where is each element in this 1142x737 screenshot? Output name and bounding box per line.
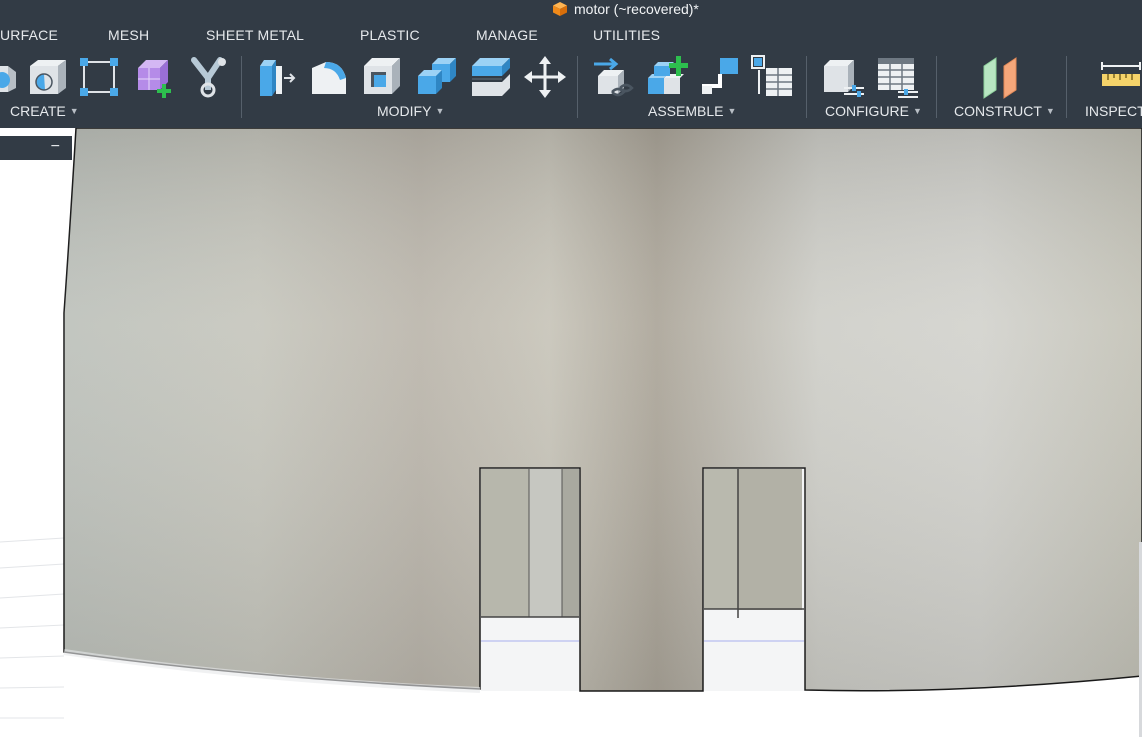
chevron-down-icon: ▼ — [1045, 106, 1055, 116]
fillet-icon — [312, 62, 346, 94]
configure-component-tool[interactable] — [820, 54, 866, 100]
toolbar-separator — [241, 56, 242, 118]
toolbar-separator — [577, 56, 578, 118]
shell-tool[interactable] — [360, 54, 406, 100]
press-pull-icon — [260, 60, 296, 96]
joint-tool[interactable] — [590, 54, 636, 100]
title-wrap: motor (~recovered)* — [552, 0, 699, 18]
form-box-icon — [138, 60, 171, 98]
chevron-down-icon: ▼ — [727, 106, 737, 116]
move-icon — [524, 56, 566, 98]
orange-cube-icon — [553, 2, 567, 16]
revolve-icon — [0, 66, 16, 92]
form-box-tool[interactable] — [132, 54, 178, 100]
offset-plane-icon — [983, 57, 1017, 99]
browser-panel-header[interactable]: − — [0, 136, 72, 160]
group-assemble-label: ASSEMBLE — [648, 103, 724, 119]
hole-tool[interactable] — [24, 54, 70, 100]
slot-left[interactable] — [481, 469, 579, 691]
sketch-rectangle-icon — [80, 58, 118, 96]
tab-sheet-metal[interactable]: SHEET METAL — [206, 27, 304, 43]
toolbar-separator — [1066, 56, 1067, 118]
as-built-joint-tool[interactable] — [698, 54, 744, 100]
offset-plane-tool[interactable] — [978, 54, 1024, 100]
group-construct-label: CONSTRUCT — [954, 103, 1042, 119]
chevron-down-icon: ▼ — [69, 106, 79, 116]
pipe-tool[interactable] — [186, 54, 232, 100]
hole-icon — [30, 60, 66, 94]
chevron-down-icon: ▼ — [435, 106, 445, 116]
joint-table-icon — [751, 55, 792, 96]
slot-right[interactable] — [704, 469, 804, 691]
group-modify[interactable]: MODIFY ▼ — [377, 103, 444, 119]
joint-icon — [594, 57, 634, 97]
tab-manage[interactable]: MANAGE — [476, 27, 538, 43]
tab-surface[interactable]: URFACE — [0, 27, 58, 43]
group-inspect-label: INSPECT — [1085, 103, 1142, 119]
sketch-rectangle-tool[interactable] — [76, 54, 122, 100]
shell-icon — [364, 58, 400, 94]
group-configure[interactable]: CONFIGURE ▼ — [825, 103, 922, 119]
move-tool[interactable] — [522, 54, 568, 100]
collapse-icon[interactable]: − — [51, 138, 60, 156]
combine-tool[interactable] — [414, 54, 460, 100]
group-assemble[interactable]: ASSEMBLE ▼ — [648, 103, 736, 119]
window-title: motor (~recovered)* — [574, 1, 699, 17]
group-modify-label: MODIFY — [377, 103, 432, 119]
group-create[interactable]: CREATE ▼ — [10, 103, 79, 119]
model-scene[interactable] — [0, 128, 1142, 737]
toolbar: CREATE ▼ MODIFY ▼ ASSEMBLE ▼ CONFIGURE ▼… — [0, 50, 1142, 128]
measure-tool[interactable] — [1098, 54, 1142, 100]
surface-shading — [64, 128, 1142, 691]
new-component-icon — [648, 56, 688, 94]
configuration-table-icon — [878, 58, 918, 98]
group-construct[interactable]: CONSTRUCT ▼ — [954, 103, 1055, 119]
tab-plastic[interactable]: PLASTIC — [360, 27, 420, 43]
as-built-joint-icon — [702, 58, 738, 94]
group-create-label: CREATE — [10, 103, 66, 119]
measure-icon — [1101, 62, 1141, 86]
new-component-tool[interactable] — [644, 54, 690, 100]
joint-table-tool[interactable] — [750, 54, 796, 100]
combine-icon — [418, 58, 456, 94]
title-bar: motor (~recovered)* — [0, 0, 1142, 22]
group-configure-label: CONFIGURE — [825, 103, 909, 119]
pipe-icon — [191, 57, 226, 98]
tab-utilities[interactable]: UTILITIES — [593, 27, 660, 43]
canvas-viewport[interactable]: − — [0, 128, 1142, 737]
fillet-tool[interactable] — [306, 54, 352, 100]
press-pull-tool[interactable] — [254, 54, 300, 100]
toolbar-separator — [806, 56, 807, 118]
revolve-tool[interactable] — [0, 54, 24, 100]
offset-face-tool[interactable] — [468, 54, 514, 100]
toolbar-separator — [936, 56, 937, 118]
group-inspect[interactable]: INSPECT — [1085, 103, 1142, 119]
chevron-down-icon: ▼ — [913, 106, 922, 116]
tab-mesh[interactable]: MESH — [108, 27, 149, 43]
configuration-table-tool[interactable] — [874, 54, 920, 100]
workspace-tabs: URFACE MESH SHEET METAL PLASTIC MANAGE U… — [0, 22, 1142, 50]
offset-face-icon — [472, 58, 510, 96]
configure-component-icon — [824, 60, 864, 97]
